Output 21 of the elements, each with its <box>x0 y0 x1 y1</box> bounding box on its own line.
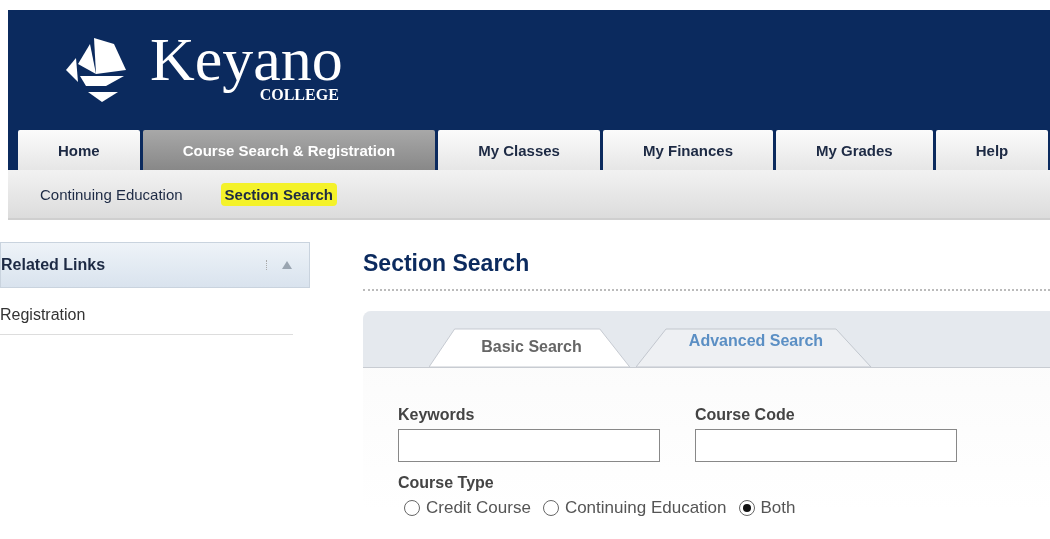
field-label: Course Code <box>695 406 796 424</box>
sidebar-title: Related Links <box>1 256 106 274</box>
subnav-link[interactable]: Continuing Education <box>36 182 187 206</box>
text-field[interactable] <box>695 429 957 462</box>
subnav-link[interactable]: Section Search <box>220 182 337 206</box>
field-label: Course Type <box>398 474 494 491</box>
radio-label: Credit Course <box>426 498 531 518</box>
nav-tab[interactable]: My Grades <box>776 130 933 170</box>
nav-tab[interactable]: Home <box>18 130 140 170</box>
radio-button[interactable] <box>404 500 420 516</box>
text-field[interactable] <box>398 429 660 462</box>
nav-tab[interactable]: Help <box>935 130 1049 170</box>
radio-label: Both <box>760 498 796 518</box>
nav-tab[interactable]: My Finances <box>602 130 773 170</box>
sidebar-link[interactable]: Registration <box>0 306 293 335</box>
radio-button[interactable] <box>738 500 755 516</box>
page-title: Section Search <box>363 250 531 277</box>
field-label: Keywords <box>398 406 476 424</box>
radio-label: Continuing Education <box>564 498 727 518</box>
nav-tab[interactable]: My Classes <box>438 130 600 170</box>
radio-button[interactable] <box>542 500 559 516</box>
